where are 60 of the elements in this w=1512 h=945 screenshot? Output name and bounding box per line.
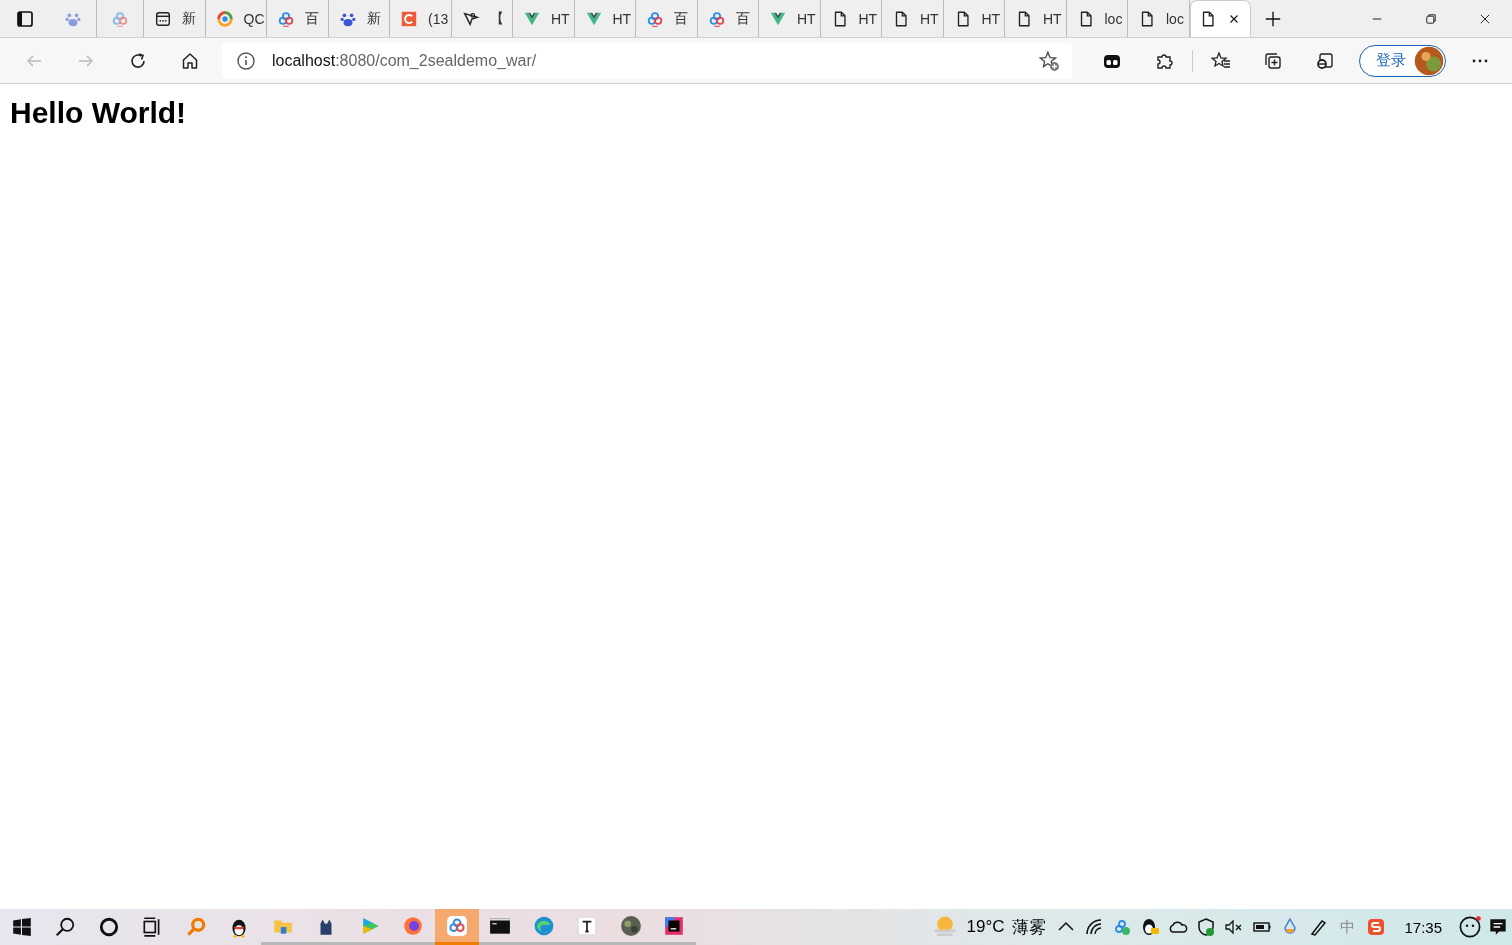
address-bar[interactable]: localhost:8080/com_2sealdemo_war/ [222,42,1072,79]
browser-tab[interactable]: HT [820,0,882,37]
circle-icon [97,916,120,938]
cloud-icon [111,9,129,28]
browser-tab[interactable]: loc [1066,0,1128,37]
weather-widget[interactable]: 19°C 薄雾 [932,914,1047,940]
calendar-icon [154,9,172,28]
new-tab-icon[interactable] [1263,9,1282,28]
temperature: 19°C [966,917,1005,937]
tab-actions-icon[interactable] [15,8,35,29]
cloud-icon[interactable] [1112,917,1133,937]
ide-icon [663,914,686,937]
browser-tab[interactable]: 【 [451,0,513,37]
browser-tab[interactable]: 百 [267,0,329,37]
info-icon [236,50,256,71]
browser-tab[interactable]: loc [1128,0,1190,37]
browser-tab[interactable]: HT [513,0,575,37]
pen-icon[interactable] [1308,917,1329,937]
penguin-icon[interactable] [1140,917,1161,937]
browser-tab[interactable]: HT [882,0,944,37]
chat-bubble-icon[interactable] [1458,915,1482,939]
refresh-icon[interactable] [128,50,148,71]
search-icon [54,916,77,938]
browser-tab[interactable]: QC [205,0,267,37]
favorite-add-icon[interactable] [1038,49,1060,72]
browser-tab[interactable]: (13 [390,0,452,37]
browser-tab[interactable]: HT [759,0,821,37]
browser-tab[interactable]: 百 [697,0,759,37]
t-letter-icon [576,914,599,937]
browser-tab[interactable]: 新 [328,0,390,37]
avatar-icon [1414,45,1444,76]
browser-tab[interactable]: 新 [144,0,206,37]
globe-icon [619,914,642,937]
restore-icon[interactable] [1424,11,1438,26]
sogou-icon[interactable] [1366,917,1387,937]
windows-logo-icon [10,916,33,938]
ie-mode-icon[interactable] [1315,50,1335,71]
cloud-icon [646,9,664,28]
browser-tab[interactable]: 百 [636,0,698,37]
shield-icon[interactable] [1196,917,1217,937]
c-letter-icon [400,9,418,28]
url-text: localhost:8080/com_2sealdemo_war/ [272,51,537,70]
browser-tab[interactable] [1189,0,1251,37]
collections-icon[interactable] [1263,50,1283,71]
browser-tab[interactable]: HT [574,0,636,37]
ring-icon [215,9,234,28]
fox-globe-icon [402,914,425,937]
page-heading: Hello World! [10,96,188,130]
sign-in-button[interactable]: 登录 [1359,44,1446,77]
home-icon[interactable] [180,50,200,71]
magnifier-icon [184,916,207,938]
cloud-icon [445,914,468,937]
weather-condition: 薄雾 [1012,916,1047,939]
browser-tab[interactable]: HT [1005,0,1067,37]
edge-icon [532,914,555,937]
cloud-icon [707,9,726,28]
favorites-icon[interactable] [1211,50,1231,71]
browser-tab[interactable]: HT [943,0,1005,37]
clock[interactable]: 17:35 [1404,918,1442,936]
cloud-icon [277,9,295,28]
